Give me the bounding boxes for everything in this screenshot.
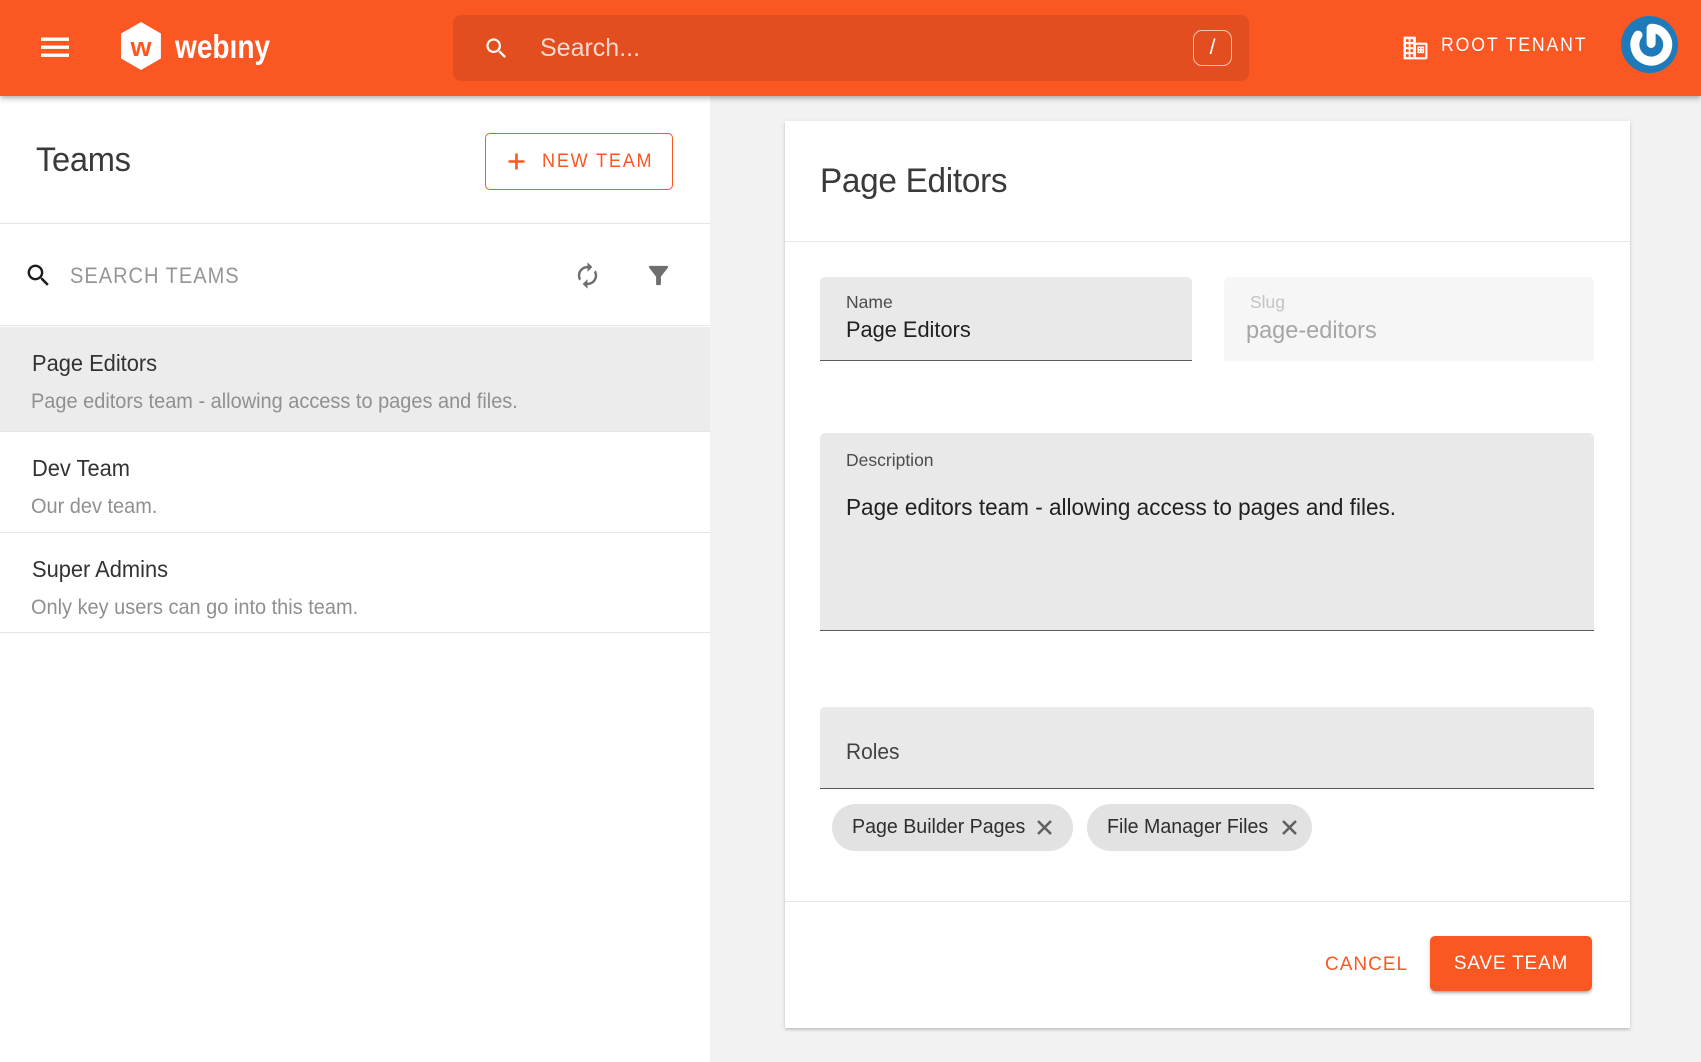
svg-text:w: w <box>129 32 152 62</box>
